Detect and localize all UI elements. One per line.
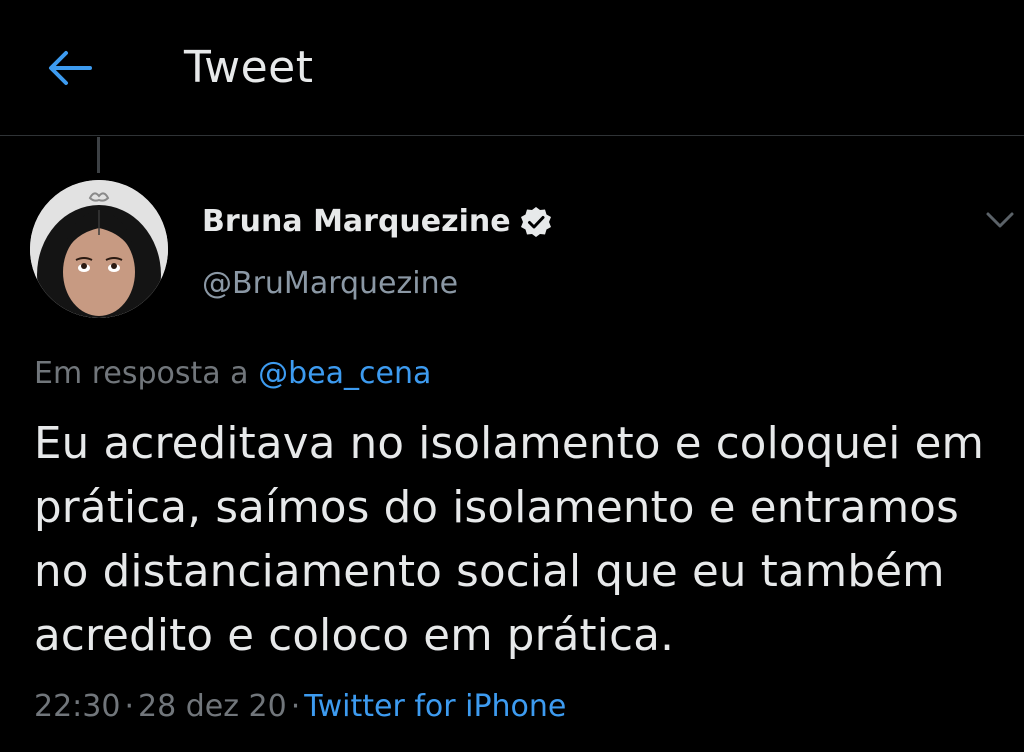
author-handle[interactable]: @BruMarquezine	[202, 262, 458, 306]
author-name[interactable]: Bruna Marquezine	[202, 200, 553, 244]
page-title: Tweet	[184, 42, 314, 93]
arrow-left-icon	[49, 51, 92, 85]
author-name-text: Bruna Marquezine	[202, 204, 511, 239]
app-header: Tweet	[0, 0, 1024, 136]
thread-connector-line	[97, 137, 100, 173]
meta-separator: ·	[124, 689, 135, 724]
tweet-text: Eu acreditava no isolamento e coloquei e…	[34, 419, 985, 661]
reply-prefix: Em resposta a	[34, 356, 249, 391]
verified-badge-icon	[519, 205, 553, 239]
reply-mention-link[interactable]: @bea_cena	[258, 356, 431, 391]
tweet-meta: 22:30 · 28 dez 20 · Twitter for iPhone	[34, 685, 566, 729]
chevron-down-icon	[986, 212, 1014, 228]
meta-separator: ·	[290, 689, 301, 724]
tweet-date[interactable]: 28 dez 20	[138, 689, 287, 724]
back-button[interactable]	[44, 44, 96, 92]
tweet-time[interactable]: 22:30	[34, 689, 120, 724]
reply-context: Em resposta a @bea_cena	[34, 352, 431, 396]
avatar-image	[30, 180, 168, 318]
avatar[interactable]	[30, 180, 168, 318]
tweet-source-link[interactable]: Twitter for iPhone	[304, 689, 566, 724]
tweet-menu-button[interactable]	[982, 205, 1018, 235]
